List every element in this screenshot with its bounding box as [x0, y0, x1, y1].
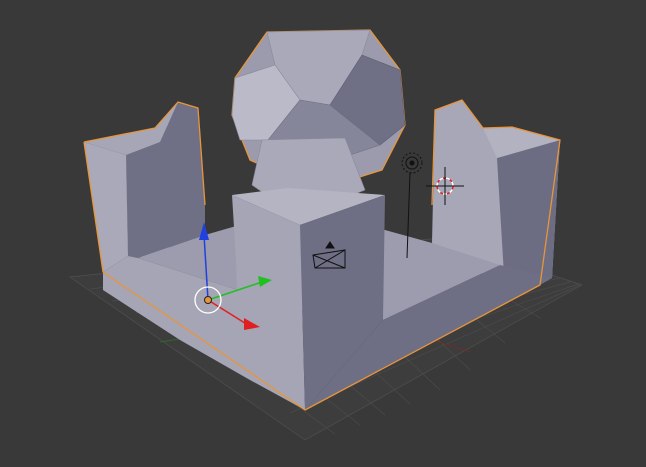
sphere-lower-part: [251, 137, 366, 199]
3d-viewport[interactable]: [0, 0, 646, 467]
viewport-canvas[interactable]: [0, 0, 646, 467]
object-origin-dot: [204, 296, 212, 304]
